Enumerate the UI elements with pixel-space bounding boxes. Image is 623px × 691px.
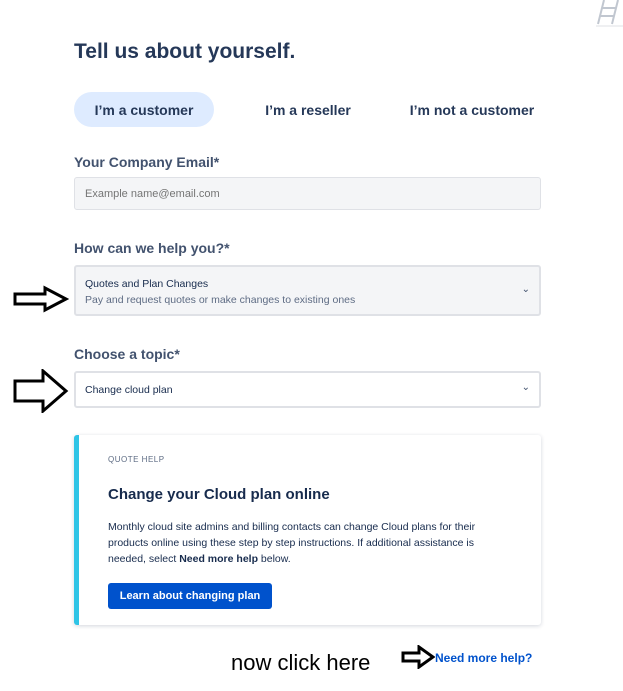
help-label: How can we help you?* — [74, 240, 230, 256]
tab-not-customer[interactable]: I’m not a customer — [398, 92, 546, 127]
topic-label: Choose a topic* — [74, 346, 180, 362]
topic-select[interactable]: Change cloud plan ⌄ — [74, 371, 541, 408]
arrow-right-icon — [401, 645, 435, 669]
card-body-line: Monthly cloud site admins and billing co… — [108, 521, 476, 533]
card-eyebrow: QUOTE HELP — [108, 455, 165, 464]
learn-changing-plan-button[interactable]: Learn about changing plan — [108, 583, 272, 609]
topic-selected: Change cloud plan — [85, 384, 173, 396]
card-body-line: needed, select Need more help below. — [108, 553, 291, 565]
quote-help-card: QUOTE HELP Change your Cloud plan online… — [74, 435, 541, 625]
card-body-line: products online using these step by step… — [108, 537, 474, 549]
annotation-text: now click here — [231, 650, 371, 675]
arrow-right-icon — [13, 285, 69, 313]
tab-customer[interactable]: I’m a customer — [74, 92, 214, 127]
email-label: Your Company Email* — [74, 154, 220, 170]
need-more-help-link[interactable]: Need more help? — [435, 651, 532, 665]
chevron-down-icon: ⌄ — [521, 284, 530, 295]
help-select[interactable]: Quotes and Plan Changes Pay and request … — [74, 265, 541, 316]
email-field-wrapper — [74, 177, 541, 210]
card-title: Change your Cloud plan online — [108, 486, 330, 503]
arrow-right-icon — [13, 369, 69, 413]
tab-reseller[interactable]: I’m a reseller — [250, 92, 366, 127]
help-selected-title: Quotes and Plan Changes — [85, 278, 209, 290]
help-selected-subtitle: Pay and request quotes or make changes t… — [85, 294, 356, 306]
chevron-down-icon: ⌄ — [521, 382, 530, 393]
page-title: Tell us about yourself. — [74, 40, 296, 63]
email-field[interactable] — [75, 178, 540, 209]
card-body: Monthly cloud site admins and billing co… — [108, 519, 528, 567]
ladder-illustration-icon — [596, 0, 623, 27]
